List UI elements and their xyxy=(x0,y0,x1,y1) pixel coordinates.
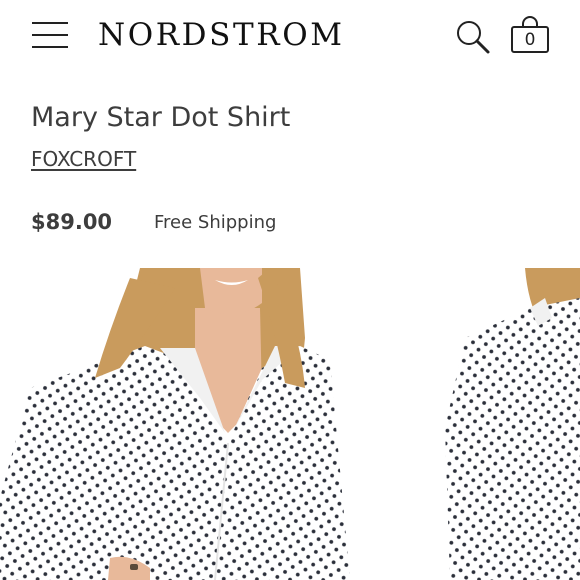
shipping-info: Free Shipping xyxy=(154,212,277,233)
shopping-bag-button[interactable]: 0 xyxy=(510,16,550,56)
product-image-front[interactable] xyxy=(0,268,430,580)
brand-link[interactable]: FOXCROFT xyxy=(31,145,136,173)
product-page: NORDSTROM 0 Mary Star Dot Shirt FOXCROFT… xyxy=(0,0,580,580)
product-title: Mary Star Dot Shirt xyxy=(31,102,291,133)
product-image-gallery[interactable] xyxy=(0,268,580,580)
hamburger-menu-icon[interactable] xyxy=(32,22,68,48)
bag-item-count: 0 xyxy=(524,30,536,50)
product-price: $89.00 xyxy=(31,210,113,234)
search-icon[interactable] xyxy=(454,18,492,56)
nordstrom-logo[interactable]: NORDSTROM xyxy=(98,15,345,55)
product-image-side[interactable] xyxy=(440,268,580,580)
